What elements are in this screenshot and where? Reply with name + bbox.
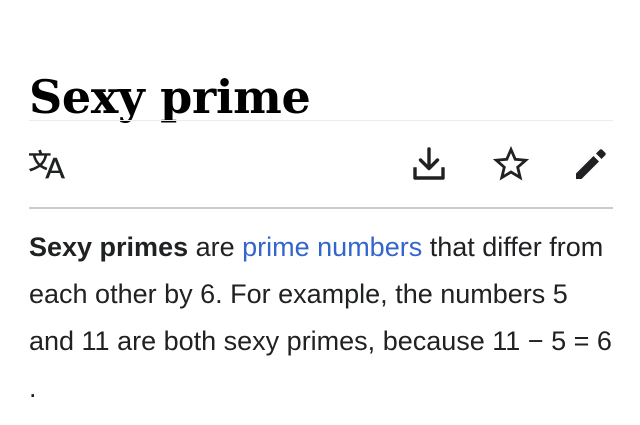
download-icon	[412, 146, 446, 182]
edit-button[interactable]	[571, 140, 611, 188]
language-button[interactable]	[29, 140, 75, 188]
prime-numbers-link[interactable]: prime numbers	[242, 232, 422, 262]
download-button[interactable]	[409, 140, 449, 188]
language-icon	[29, 146, 65, 182]
star-icon	[493, 146, 529, 182]
bold-term: Sexy primes	[29, 232, 189, 262]
edit-pencil-icon	[572, 145, 610, 183]
lead-text-1: are	[188, 232, 243, 262]
article-page: Sexy prime Sexy primes are prime numbers…	[0, 0, 640, 425]
toolbar-divider	[29, 207, 613, 209]
lead-paragraph: Sexy primes are prime numbers that diffe…	[29, 224, 619, 412]
page-title: Sexy prime	[29, 69, 311, 124]
watch-star-button[interactable]	[491, 140, 531, 188]
page-actions-toolbar	[29, 140, 613, 188]
title-divider	[29, 120, 613, 121]
